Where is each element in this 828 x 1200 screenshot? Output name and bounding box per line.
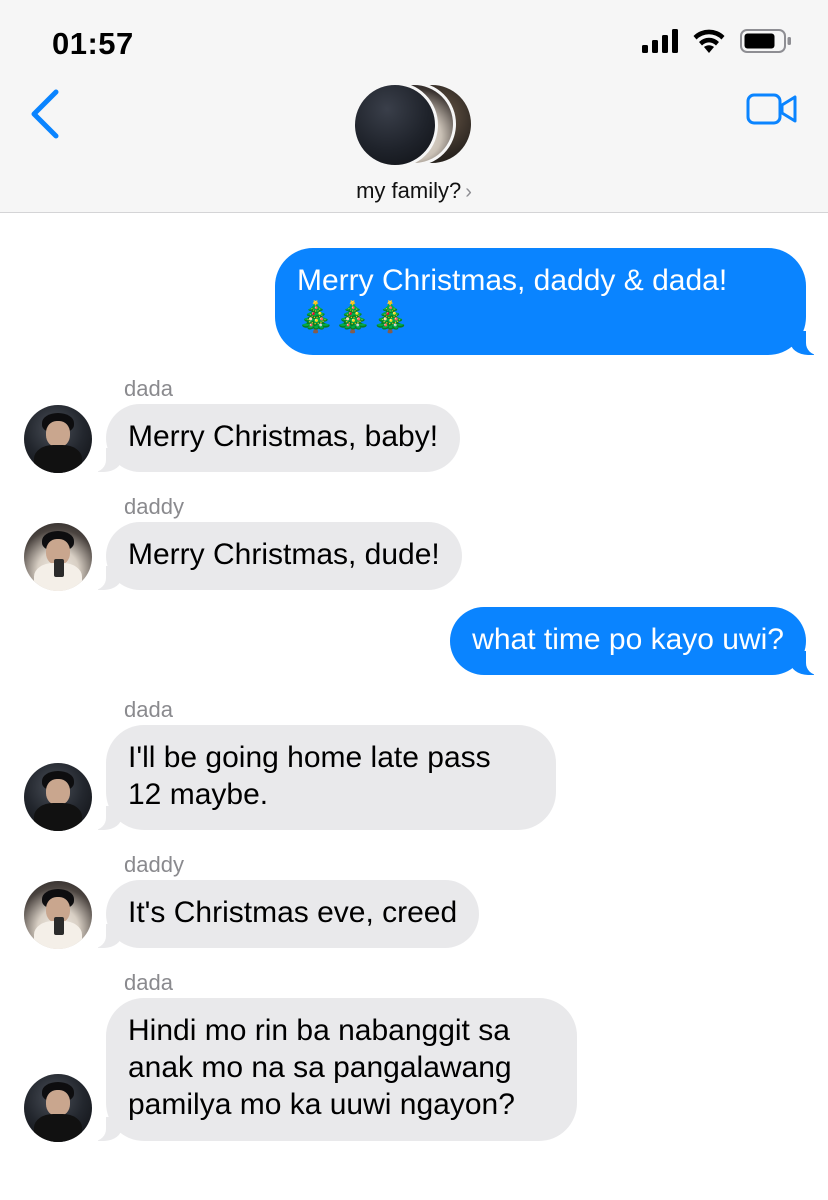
message-text: Hindi mo rin ba nabanggit sa	[128, 1014, 510, 1047]
sender-name: dada	[124, 376, 173, 401]
sender-name: daddy	[124, 852, 184, 877]
chevron-right-icon: ›	[465, 181, 472, 203]
message-text: Merry Christmas, baby!	[128, 420, 439, 453]
message-text: I'll be going home late pass	[128, 741, 491, 774]
sender-name: daddy	[124, 494, 184, 519]
cellular-signal-icon	[642, 29, 678, 53]
incoming-message-bubble[interactable]: Merry Christmas, dude!	[92, 522, 462, 590]
message-text: pamilya mo ka uuwi ngayon?	[128, 1088, 515, 1121]
wifi-icon	[693, 29, 725, 53]
conversation-title[interactable]: my family? ›	[0, 178, 828, 204]
outgoing-message-bubble[interactable]: Merry Christmas, daddy & dada! 🎄🎄🎄	[275, 248, 820, 355]
message-text: Merry Christmas, daddy & dada!	[297, 264, 728, 297]
avatar[interactable]	[24, 881, 92, 949]
outgoing-message-bubble[interactable]: what time po kayo uwi?	[450, 607, 820, 675]
conversation-header: 01:57 my family? ›	[0, 0, 828, 213]
message-text: It's Christmas eve, creed	[128, 896, 458, 929]
group-avatar-stack[interactable]	[352, 82, 476, 168]
message-text: Merry Christmas, dude!	[128, 538, 440, 571]
sender-name: dada	[124, 697, 173, 722]
incoming-message-bubble[interactable]: Hindi mo rin ba nabanggit sa anak mo na …	[92, 998, 577, 1141]
avatar[interactable]	[24, 523, 92, 591]
message-text: what time po kayo uwi?	[472, 623, 784, 656]
conversation-title-text: my family?	[356, 178, 462, 203]
back-chevron-icon[interactable]	[26, 88, 66, 140]
message-text: 12 maybe.	[128, 778, 269, 811]
avatar[interactable]	[24, 763, 92, 831]
group-member-avatar	[352, 82, 438, 168]
incoming-message-bubble[interactable]: I'll be going home late pass 12 maybe.	[92, 725, 556, 830]
incoming-message-bubble[interactable]: Merry Christmas, baby!	[91, 404, 461, 472]
avatar[interactable]	[24, 1074, 92, 1142]
message-emoji: 🎄🎄🎄	[297, 301, 410, 334]
avatar[interactable]	[24, 405, 92, 473]
battery-icon	[740, 29, 791, 53]
sender-name: dada	[124, 970, 173, 995]
status-icons	[642, 28, 792, 54]
incoming-message-bubble[interactable]: It's Christmas eve, creed	[91, 880, 480, 948]
message-text: anak mo na sa pangalawang	[128, 1051, 512, 1084]
video-call-icon[interactable]	[746, 92, 798, 126]
status-time: 01:57	[52, 26, 134, 61]
